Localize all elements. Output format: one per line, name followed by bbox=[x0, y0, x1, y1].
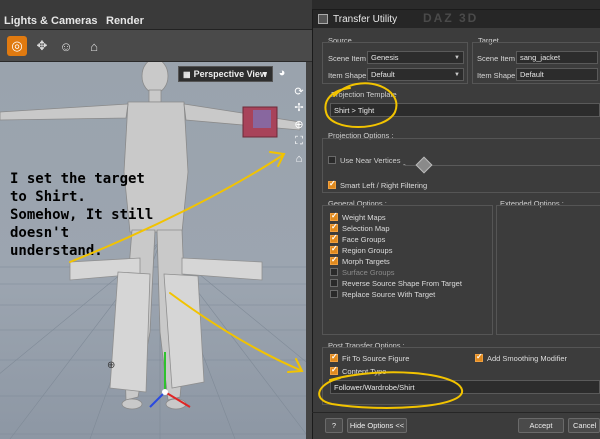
source-item-shape-label: Item Shape : bbox=[328, 71, 371, 80]
annotation-text: I set the target to Shirt. Somehow, It s… bbox=[10, 171, 154, 259]
content-type-checkbox[interactable]: Content Type bbox=[330, 365, 387, 376]
checkbox-box bbox=[330, 365, 338, 375]
smart-filtering-checkbox[interactable]: Smart Left / Right Filtering bbox=[328, 179, 428, 190]
replace-source-checkbox[interactable]: Replace Source With Target bbox=[330, 289, 435, 299]
checkbox-box bbox=[330, 222, 338, 232]
frame-icon[interactable]: ⛶ bbox=[292, 134, 306, 148]
help-button[interactable]: ? bbox=[325, 418, 343, 433]
checkbox-box bbox=[330, 352, 338, 362]
orbit-icon[interactable]: ◕ bbox=[275, 66, 289, 80]
home-view-icon[interactable]: ⌂ bbox=[292, 152, 306, 166]
manipulator-cube bbox=[242, 106, 278, 138]
dialog-button-divider bbox=[312, 412, 600, 413]
accept-button[interactable]: Accept bbox=[518, 418, 564, 433]
projection-template-value: Shirt > Tight bbox=[334, 105, 375, 115]
near-vertices-slider-track[interactable] bbox=[405, 165, 600, 166]
node-selection-icon[interactable]: ✥ bbox=[32, 36, 52, 56]
checkbox-box bbox=[330, 233, 338, 243]
checkbox-box bbox=[328, 179, 336, 189]
camera-icon[interactable]: ⌂ bbox=[84, 36, 104, 56]
figure-tool-icon[interactable]: ☺ bbox=[56, 36, 76, 56]
selection-map-checkbox[interactable]: Selection Map bbox=[330, 222, 390, 233]
source-scene-item-value: Genesis bbox=[371, 53, 399, 62]
content-type-select[interactable]: Follower/Wardrobe/Shirt bbox=[330, 380, 600, 394]
source-item-shape-value: Default bbox=[371, 70, 395, 79]
target-item-shape-label: Item Shape : bbox=[477, 71, 520, 80]
content-type-label: Content Type bbox=[342, 366, 387, 376]
surface-groups-checkbox[interactable]: Surface Groups bbox=[330, 267, 395, 277]
reverse-source-shape-checkbox[interactable]: Reverse Source Shape From Target bbox=[330, 278, 462, 288]
checkbox-box bbox=[330, 290, 338, 298]
universal-tool-icon[interactable]: ◎ bbox=[7, 36, 27, 56]
floor-grid bbox=[0, 241, 312, 439]
weight-maps-label: Weight Maps bbox=[342, 212, 386, 222]
view-label: Perspective View bbox=[193, 69, 267, 79]
svg-text:⊕: ⊕ bbox=[107, 360, 115, 371]
checkbox-box bbox=[330, 244, 338, 254]
content-type-value: Follower/Wardrobe/Shirt bbox=[334, 382, 415, 392]
fit-to-source-label: Fit To Source Figure bbox=[342, 353, 410, 363]
checkbox-box bbox=[475, 352, 483, 362]
source-item-shape-select[interactable]: Default ▼ bbox=[367, 68, 464, 81]
surface-groups-label: Surface Groups bbox=[342, 267, 395, 277]
view-selector[interactable]: ▦ Perspective View ▼ bbox=[178, 66, 273, 82]
source-scene-item-label: Scene Item : bbox=[328, 54, 371, 63]
pan-icon[interactable]: ✢ bbox=[292, 100, 306, 114]
chevron-down-icon: ▼ bbox=[454, 71, 460, 78]
target-item-shape-select[interactable]: Default bbox=[516, 68, 598, 81]
projection-template-label: Projection Template bbox=[331, 90, 397, 99]
app-icon bbox=[318, 14, 328, 24]
projection-template-select[interactable]: Shirt > Tight bbox=[330, 103, 600, 117]
checkbox-box bbox=[330, 211, 338, 221]
face-groups-label: Face Groups bbox=[342, 234, 386, 244]
zoom-icon[interactable]: ⊕ bbox=[292, 117, 306, 131]
cancel-button[interactable]: Cancel bbox=[568, 418, 600, 433]
chevron-down-icon: ▼ bbox=[454, 54, 460, 61]
face-groups-checkbox[interactable]: Face Groups bbox=[330, 233, 386, 244]
add-smoothing-checkbox[interactable]: Add Smoothing Modifier bbox=[475, 352, 568, 363]
checkbox-box bbox=[330, 279, 338, 287]
dialog-title-bar[interactable]: Transfer Utility DAZ 3D bbox=[313, 10, 600, 28]
tab-render[interactable]: Render bbox=[106, 15, 144, 27]
region-groups-checkbox[interactable]: Region Groups bbox=[330, 244, 393, 255]
target-item-shape-value: Default bbox=[520, 70, 544, 79]
dialog-title: Transfer Utility bbox=[333, 13, 398, 25]
slider-minus: - bbox=[403, 160, 406, 169]
chevron-down-icon: ▼ bbox=[261, 70, 268, 78]
checkbox-box bbox=[330, 268, 338, 276]
3d-viewport[interactable]: ⊕ ▦ Perspective View ▼ ◕ ⟳ ✢ ⊕ ⛶ ⌂ I set… bbox=[0, 62, 312, 439]
extended-options-group bbox=[496, 205, 600, 335]
weight-maps-checkbox[interactable]: Weight Maps bbox=[330, 211, 386, 222]
target-scene-item-label: Scene Item : bbox=[477, 54, 520, 63]
use-near-vertices-label: Use Near Vertices bbox=[340, 155, 401, 165]
reverse-source-shape-label: Reverse Source Shape From Target bbox=[342, 278, 462, 288]
top-tab-bar: Lights & Cameras Render bbox=[0, 0, 312, 30]
replace-source-label: Replace Source With Target bbox=[342, 289, 436, 299]
hide-options-button[interactable]: Hide Options << bbox=[347, 418, 407, 433]
rotate-icon[interactable]: ⟳ bbox=[292, 84, 306, 98]
daz-watermark: DAZ 3D bbox=[423, 11, 479, 25]
target-scene-item-select[interactable]: sang_jacket bbox=[516, 51, 598, 64]
tab-lights-cameras[interactable]: Lights & Cameras bbox=[4, 15, 98, 27]
add-smoothing-label: Add Smoothing Modifier bbox=[487, 353, 568, 363]
checkbox-box bbox=[330, 255, 338, 265]
use-near-vertices-checkbox[interactable]: Use Near Vertices bbox=[328, 155, 400, 165]
fit-to-source-checkbox[interactable]: Fit To Source Figure bbox=[330, 352, 410, 363]
source-scene-item-select[interactable]: Genesis ▼ bbox=[367, 51, 464, 64]
morph-targets-checkbox[interactable]: Morph Targets bbox=[330, 255, 390, 266]
region-groups-label: Region Groups bbox=[342, 245, 393, 255]
smart-filtering-label: Smart Left / Right Filtering bbox=[340, 180, 428, 190]
morph-targets-label: Morph Targets bbox=[342, 256, 390, 266]
checkbox-box bbox=[328, 156, 336, 164]
viewport-toolbar: ◎ ✥ ☺ ⌂ bbox=[0, 30, 312, 62]
grid-icon: ▦ bbox=[183, 69, 191, 79]
target-scene-item-value: sang_jacket bbox=[520, 53, 561, 62]
selection-map-label: Selection Map bbox=[342, 223, 390, 233]
